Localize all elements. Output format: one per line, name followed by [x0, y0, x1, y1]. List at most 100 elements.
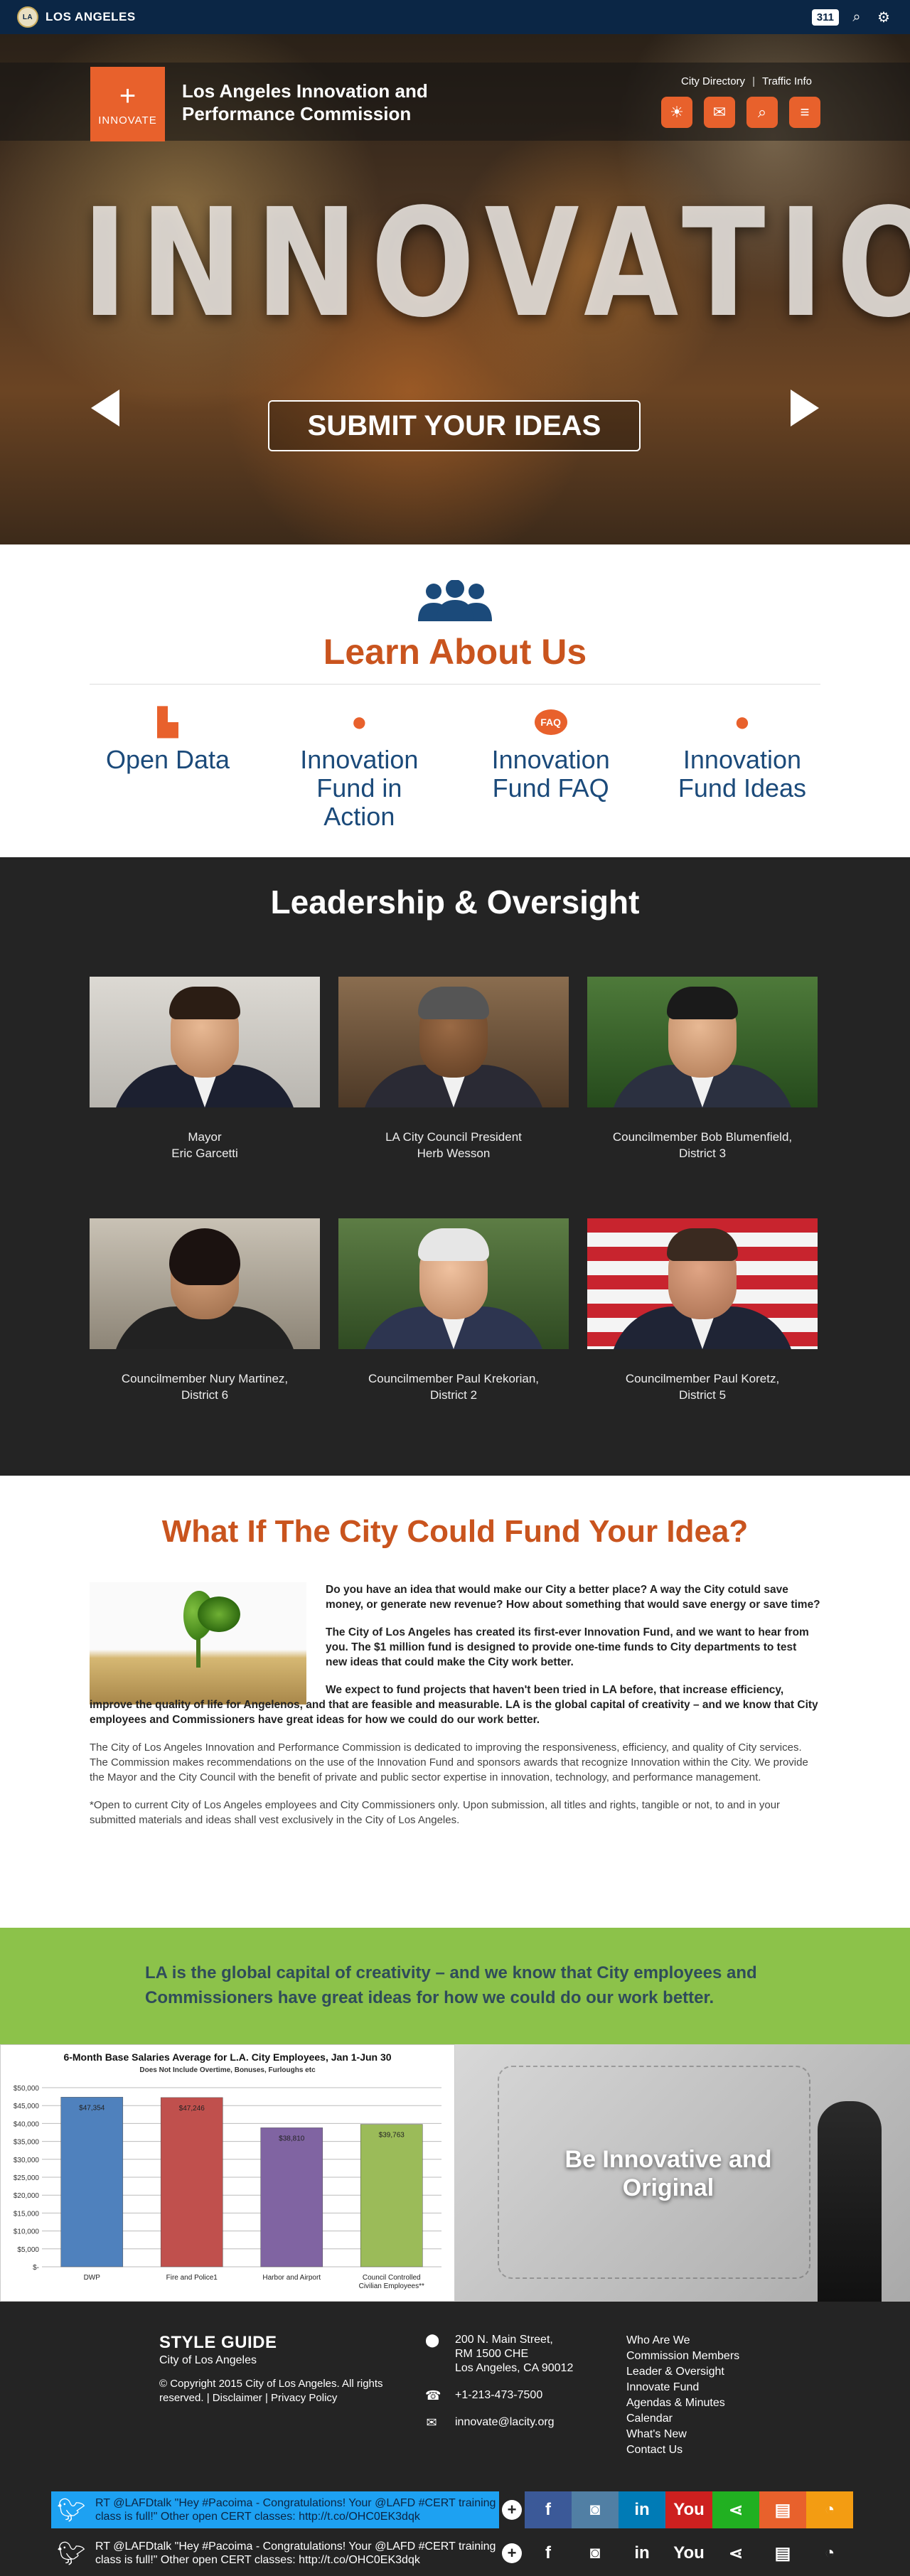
bar-value-label: $47,354	[79, 2104, 105, 2112]
bar-value-label: $38,810	[279, 2135, 305, 2142]
bar	[160, 2097, 223, 2268]
leader-card[interactable]: Councilmember Bob Blumenfield, District 3	[587, 977, 818, 1218]
city-seal-icon[interactable]: LA	[17, 6, 38, 28]
tweet-block[interactable]: 🐦︎ RT @LAFDtalk "Hey #Pacoima - Congratu…	[51, 2491, 499, 2528]
footer-link[interactable]: What's New	[626, 2427, 739, 2442]
rss-icon[interactable]: ◔	[806, 2535, 853, 2572]
envelope-icon: ✉	[426, 2415, 437, 2430]
leader-card[interactable]: Councilmember Paul Krekorian, District 2	[338, 1218, 569, 1460]
open-data-link[interactable]: ▙ Open Data	[90, 704, 246, 831]
learn-title: Learn About Us	[323, 632, 587, 672]
leader-title: Councilmember Bob Blumenfield,	[612, 1130, 793, 1144]
menu-icon[interactable]: ≡	[789, 97, 820, 128]
fund-title: What If The City Could Fund Your Idea?	[161, 1514, 749, 1549]
leader-name: Herb Wesson	[417, 1147, 491, 1160]
fund-paragraph: We expect to fund projects that haven't …	[90, 1684, 818, 1726]
tweet-block[interactable]: 🐦︎ RT @LAFDtalk "Hey #Pacoima - Congratu…	[51, 2535, 499, 2572]
quote-text: LA is the global capital of creativity –…	[145, 1963, 757, 2007]
x-tick-label: Council Controlled	[363, 2274, 421, 2282]
learn-links: ▙ Open Data ● Innovation Fund in Action …	[90, 704, 820, 831]
share-icon[interactable]: ⋖	[712, 2491, 759, 2528]
leader-name: Eric Garcetti	[171, 1147, 238, 1160]
weather-icon[interactable]: ☀	[661, 97, 692, 128]
chat-icon[interactable]: ✉	[704, 97, 735, 128]
header-icon-row: ☀ ✉ ⌕ ≡	[661, 97, 820, 128]
people-group-icon	[418, 580, 492, 621]
settings-icon[interactable]: ⚙	[874, 8, 893, 26]
rss-icon[interactable]: ◔	[806, 2491, 853, 2528]
linkedin-icon[interactable]: in	[619, 2535, 665, 2572]
footer-link[interactable]: Who Are We	[626, 2333, 739, 2349]
footer-link[interactable]: Agendas & Minutes	[626, 2395, 739, 2411]
youtube-icon[interactable]: You	[665, 2535, 712, 2572]
disclaimer-link[interactable]: Disclaimer	[213, 2392, 262, 2404]
leader-photo	[587, 977, 818, 1107]
add-icon[interactable]: +	[499, 2491, 525, 2528]
x-tick-label: Harbor and Airport	[262, 2274, 321, 2282]
fund-in-action-link[interactable]: ● Innovation Fund in Action	[281, 704, 437, 831]
y-tick-label: $20,000	[14, 2192, 40, 2200]
city-directory-link[interactable]: City Directory	[681, 75, 745, 87]
phone[interactable]: +1-213-473-7500	[455, 2388, 542, 2403]
x-tick-label: Fire and Police1	[166, 2274, 218, 2282]
carousel-next-arrow-icon[interactable]	[791, 390, 819, 426]
leader-card[interactable]: LA City Council President Herb Wesson	[338, 977, 569, 1218]
youtube-icon[interactable]: You	[665, 2491, 712, 2528]
footer: STYLE GUIDE City of Los Angeles © Copyri…	[0, 2302, 910, 2489]
fund-paragraph: The City of Los Angeles has created its …	[326, 1626, 809, 1668]
facebook-icon[interactable]: f	[525, 2491, 572, 2528]
y-tick-label: $25,000	[14, 2174, 40, 2182]
footer-link[interactable]: Innovate Fund	[626, 2380, 739, 2395]
social-buttons: + f ◙ in You ⋖ ▤ ◔	[499, 2491, 853, 2528]
comment-icon[interactable]: ▤	[759, 2491, 806, 2528]
chart-subtitle: Does Not Include Overtime, Bonuses, Furl…	[139, 2066, 316, 2074]
comment-icon[interactable]: ▤	[759, 2535, 806, 2572]
carousel-prev-arrow-icon[interactable]	[91, 390, 119, 426]
y-tick-label: $30,000	[14, 2157, 40, 2164]
footer-link[interactable]: Contact Us	[626, 2442, 739, 2458]
facebook-icon[interactable]: f	[525, 2535, 572, 2572]
leader-photo	[587, 1218, 818, 1349]
submit-ideas-button[interactable]: SUBMIT YOUR IDEAS	[268, 400, 641, 451]
email-link[interactable]: innovate@lacity.org	[455, 2415, 555, 2430]
bar	[360, 2124, 423, 2268]
footer-link[interactable]: Calendar	[626, 2411, 739, 2427]
search-globe-icon[interactable]: ⌕	[847, 8, 866, 26]
leader-title: Councilmember Nury Martinez,	[121, 1372, 289, 1385]
city-brand[interactable]: LOS ANGELES	[46, 10, 136, 24]
search-doc-icon[interactable]: ⌕	[746, 97, 778, 128]
innovative-image: Be Innovative and Original	[455, 2044, 910, 2302]
instagram-icon[interactable]: ◙	[572, 2491, 619, 2528]
twitter-bird-icon: 🐦︎	[57, 2540, 86, 2566]
style-guide-heading[interactable]: STYLE GUIDE	[159, 2333, 401, 2353]
fund-paragraph: Do you have an idea that would make our …	[326, 1584, 820, 1611]
share-icon[interactable]: ⋖	[712, 2535, 759, 2572]
site-title[interactable]: Los Angeles Innovation and Performance C…	[182, 80, 481, 125]
311-button[interactable]: 311	[811, 9, 839, 26]
privacy-link[interactable]: Privacy Policy	[271, 2392, 337, 2404]
footer-link[interactable]: Leader & Oversight	[626, 2364, 739, 2380]
instagram-icon[interactable]: ◙	[572, 2535, 619, 2572]
bar-chart-icon: ▙	[157, 707, 178, 738]
fund-ideas-link[interactable]: ● Innovation Fund Ideas	[664, 704, 820, 831]
footer-link[interactable]: Commission Members	[626, 2349, 739, 2364]
leader-card[interactable]: Mayor Eric Garcetti	[90, 977, 320, 1218]
traffic-info-link[interactable]: Traffic Info	[762, 75, 812, 87]
phone-icon: ☎	[425, 2388, 441, 2403]
tweet-text: RT @LAFDtalk "Hey #Pacoima - Congratulat…	[95, 2540, 496, 2566]
leaders-grid: Mayor Eric Garcetti LA City Council Presi…	[90, 977, 820, 1460]
chart-and-image-row: 6-Month Base Salaries Average for L.A. C…	[0, 2044, 910, 2302]
add-icon[interactable]: +	[499, 2535, 525, 2572]
innovate-logo[interactable]: + INNOVATE	[90, 67, 165, 141]
learn-about-us-section: Learn About Us ▙ Open Data ● Innovation …	[0, 544, 910, 857]
leader-card[interactable]: Councilmember Nury Martinez, District 6	[90, 1218, 320, 1460]
plus-icon: +	[119, 80, 136, 112]
tweet-text: RT @LAFDtalk "Hey #Pacoima - Congratulat…	[95, 2497, 496, 2523]
leader-photo	[90, 977, 320, 1107]
fund-faq-link[interactable]: FAQ Innovation Fund FAQ	[473, 704, 629, 831]
y-tick-label: $10,000	[14, 2228, 40, 2236]
hero-headline: INNOVATION	[82, 176, 910, 350]
bar	[60, 2097, 124, 2268]
leader-card[interactable]: Councilmember Paul Koretz, District 5	[587, 1218, 818, 1460]
linkedin-icon[interactable]: in	[619, 2491, 665, 2528]
